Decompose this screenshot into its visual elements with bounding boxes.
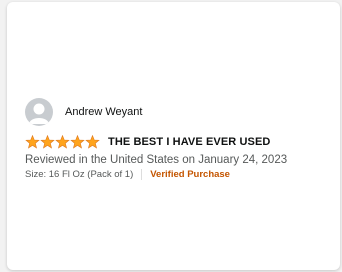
size-label: Size: 16 Fl Oz (Pack of 1) <box>25 169 134 180</box>
verified-badge: Verified Purchase <box>150 169 230 180</box>
star-icon <box>25 135 40 149</box>
star-icon <box>40 135 55 149</box>
divider <box>141 169 143 180</box>
star-icon <box>70 135 85 149</box>
star-rating[interactable] <box>25 135 100 149</box>
rating-row: THE BEST I HAVE EVER USED <box>25 134 332 150</box>
review-card: Andrew Weyant THE BEST I HAVE EVER USED … <box>7 2 340 270</box>
review: Andrew Weyant THE BEST I HAVE EVER USED … <box>25 97 332 180</box>
review-date: Reviewed in the United States on January… <box>25 154 288 166</box>
reviewer-profile[interactable]: Andrew Weyant <box>25 97 332 127</box>
review-title[interactable]: THE BEST I HAVE EVER USED <box>108 136 270 148</box>
star-icon <box>85 135 100 149</box>
format-row: Size: 16 Fl Oz (Pack of 1) Verified Purc… <box>25 169 332 180</box>
star-icon <box>55 135 70 149</box>
avatar-icon[interactable] <box>25 98 53 126</box>
reviewer-name[interactable]: Andrew Weyant <box>65 106 142 118</box>
